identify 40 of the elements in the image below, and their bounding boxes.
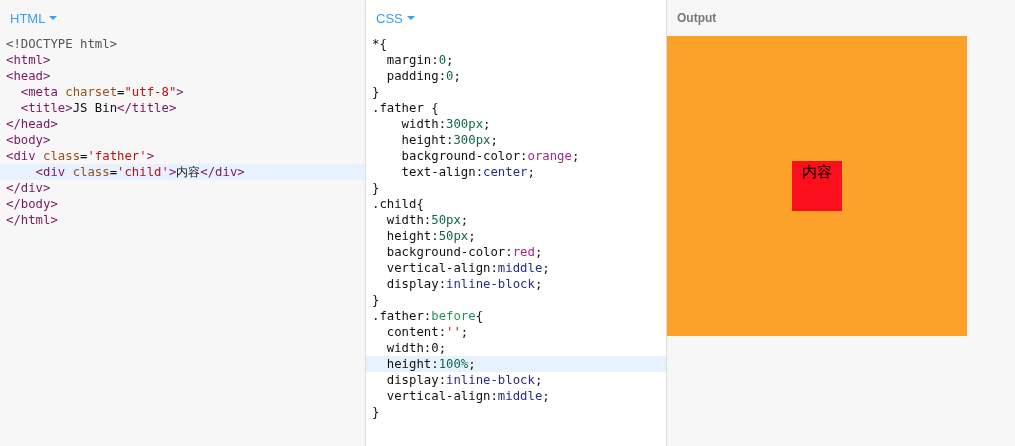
code-line: *{ xyxy=(371,36,388,52)
code-line: </html> xyxy=(5,212,59,228)
caret-icon xyxy=(49,16,58,20)
code-line: .child{ xyxy=(371,196,425,212)
code-line: } xyxy=(371,180,381,196)
code-line: text-align:center; xyxy=(400,164,536,180)
code-line: width:300px; xyxy=(400,116,492,132)
code-line: width:0; xyxy=(385,340,448,356)
code-line: } xyxy=(371,84,381,100)
code-line: vertical-align:middle; xyxy=(385,388,551,404)
code-line: } xyxy=(371,404,381,420)
code-line: margin:0; xyxy=(385,52,455,68)
code-line: <!DOCTYPE html> xyxy=(5,36,119,52)
code-line: </head> xyxy=(5,116,59,132)
code-line: padding:0; xyxy=(385,68,462,84)
code-line: .father:before{ xyxy=(371,308,485,324)
code-line: display:inline-block; xyxy=(385,372,544,388)
code-line: <div class='father'> xyxy=(5,148,156,164)
code-line: <head> xyxy=(5,68,52,84)
code-line: height:50px; xyxy=(385,228,477,244)
code-line: vertical-align:middle; xyxy=(385,260,551,276)
code-line: } xyxy=(371,292,381,308)
code-line: <html> xyxy=(5,52,52,68)
code-line: display:inline-block; xyxy=(385,276,544,292)
child-box: 内容 xyxy=(792,161,842,211)
caret-icon xyxy=(406,16,415,20)
code-line: <body> xyxy=(5,132,52,148)
code-line: </body> xyxy=(5,196,59,212)
panel-title: Output xyxy=(676,11,717,25)
code-line: </div> xyxy=(5,180,52,196)
panel-menu-button[interactable]: CSS xyxy=(374,8,417,28)
panel-menu-button[interactable]: HTML xyxy=(8,8,60,28)
code-line: content:''; xyxy=(385,324,470,340)
code-line: <title>JS Bin</title> xyxy=(19,100,178,116)
code-line: width:50px; xyxy=(385,212,470,228)
code-line: <meta charset="utf-8"> xyxy=(19,84,185,100)
code-line: background-color:orange; xyxy=(400,148,581,164)
code-line: background-color:red; xyxy=(385,244,544,260)
code-line: height:300px; xyxy=(400,132,499,148)
code-line: .father { xyxy=(371,100,440,116)
